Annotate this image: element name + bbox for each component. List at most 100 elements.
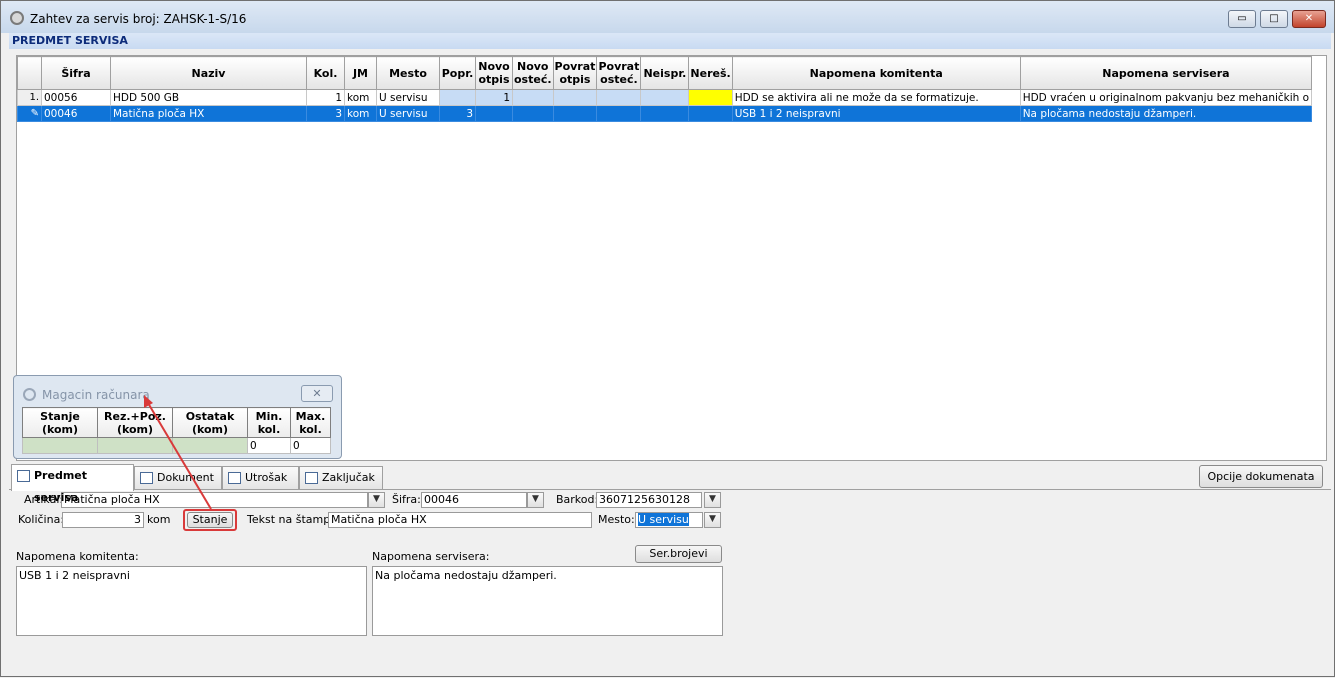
tab-label: Utrošak [245, 471, 288, 484]
stanje-button[interactable]: Stanje [187, 512, 233, 528]
minimize-button[interactable]: ▭ [1228, 10, 1256, 28]
tekst-na-stampi-label: Tekst na štampi: [247, 513, 337, 526]
cell-sifra[interactable]: 00046 [41, 105, 111, 122]
chevron-down-icon[interactable]: ▼ [368, 492, 385, 508]
cell-povrat-ostec[interactable] [596, 89, 642, 106]
cell-novo-otpis[interactable] [475, 105, 513, 122]
chevron-down-icon[interactable]: ▼ [527, 492, 544, 508]
cell-neispr[interactable] [640, 89, 690, 106]
col-header-naziv[interactable]: Naziv [110, 56, 307, 90]
napomena-servisera-textarea[interactable]: Na pločama nedostaju džamperi. [372, 566, 723, 636]
col-header-min-kol: Min. kol. [247, 407, 291, 438]
close-button[interactable]: ✕ [1292, 10, 1326, 28]
window-title: Zahtev za servis broj: ZAHSK-1-S/16 [30, 12, 247, 26]
row-number: 1. [17, 89, 42, 106]
col-header-stanje: Stanje (kom) [22, 407, 98, 438]
cell-neres[interactable] [688, 89, 733, 106]
cell-popr[interactable] [439, 89, 476, 106]
cell-naziv[interactable]: HDD 500 GB [110, 89, 307, 106]
cell-napomena-servisera[interactable]: HDD vraćen u originalnom pakvanju bez me… [1019, 89, 1313, 106]
cell-rez-poz [97, 437, 173, 454]
col-header-novo-ostec[interactable]: Novo osteć. [512, 56, 554, 90]
cell-napomena-servisera[interactable]: Na pločama nedostaju džamperi. [1019, 105, 1313, 122]
row-edit-icon: ✎ [17, 105, 42, 122]
tab-utrosak[interactable]: Utrošak [222, 466, 299, 490]
col-header-povrat-ostec[interactable]: Povrat osteć. [596, 56, 642, 90]
document-options-button[interactable]: Opcije dokumenata [1199, 465, 1323, 488]
col-header-neispr[interactable]: Neispr. [640, 56, 690, 90]
cell-povrat-ostec[interactable] [596, 105, 642, 122]
tab-dokument[interactable]: Dokument [134, 466, 222, 490]
cell-sifra[interactable]: 00056 [41, 89, 111, 106]
cell-novo-otpis[interactable]: 1 [475, 89, 513, 106]
tekst-na-stampi-field[interactable]: Matična ploča HX [328, 512, 592, 528]
service-request-window: Zahtev za servis broj: ZAHSK-1-S/16 ▭ □ … [0, 0, 1335, 677]
col-header-popr[interactable]: Popr. [439, 56, 476, 90]
cell-neispr[interactable] [640, 105, 690, 122]
barkod-field[interactable]: 3607125630128 [596, 492, 702, 508]
cell-jm[interactable]: kom [344, 89, 377, 106]
col-header-sifra[interactable]: Šifra [41, 56, 111, 90]
cell-popr[interactable]: 3 [439, 105, 476, 122]
col-header-max-kol: Max. kol. [290, 407, 331, 438]
cell-kol[interactable]: 3 [306, 105, 345, 122]
cell-kol[interactable]: 1 [306, 89, 345, 106]
col-header-novo-otpis[interactable]: Novo otpis [475, 56, 513, 90]
cell-min-kol: 0 [247, 437, 291, 454]
section-title: PREDMET SERVISA [9, 33, 1331, 49]
app-gear-icon [10, 11, 24, 25]
tab-zakljucak[interactable]: Zaključak [299, 466, 383, 490]
cell-mesto[interactable]: U servisu [376, 105, 440, 122]
tab-label: Zaključak [322, 471, 375, 484]
ser-brojevi-button[interactable]: Ser.brojevi [635, 545, 722, 563]
col-header-rez-poz: Rez.+Poz. (kom) [97, 407, 173, 438]
napomena-servisera-label: Napomena servisera: [372, 550, 490, 563]
popup-close-button[interactable]: ✕ [301, 385, 333, 402]
stack-icon [228, 472, 241, 484]
edit-note-icon [305, 472, 318, 484]
stock-row: 0 0 [22, 437, 331, 454]
cell-neres[interactable] [688, 105, 733, 122]
mesto-selected-value: U servisu [638, 513, 689, 526]
col-header-napomena-komitenta[interactable]: Napomena komitenta [731, 56, 1021, 90]
document-icon [17, 470, 30, 482]
stock-header-row: Stanje (kom) Rez.+Poz. (kom) Ostatak (ko… [22, 407, 331, 438]
stock-table: Stanje (kom) Rez.+Poz. (kom) Ostatak (ko… [22, 407, 331, 454]
col-header-mesto[interactable]: Mesto [376, 56, 440, 90]
mesto-select[interactable]: U servisu [635, 512, 703, 528]
cell-napomena-komitenta[interactable]: USB 1 i 2 neispravni [731, 105, 1021, 122]
kolicina-field[interactable]: 3 [62, 512, 144, 528]
napomena-komitenta-textarea[interactable]: USB 1 i 2 neispravni [16, 566, 367, 636]
cell-novo-ostec[interactable] [512, 89, 554, 106]
magacin-popup[interactable]: Magacin računara ✕ Stanje (kom) Rez.+Poz… [13, 375, 342, 459]
col-header-napomena-servisera[interactable]: Napomena servisera [1019, 56, 1313, 90]
table-row[interactable]: 1. 00056 HDD 500 GB 1 kom U servisu 1 HD… [17, 89, 1313, 106]
col-header-jm[interactable]: JM [344, 56, 377, 90]
chevron-down-icon[interactable]: ▼ [704, 512, 721, 528]
cell-naziv[interactable]: Matična ploča HX [110, 105, 307, 122]
cell-ostatak [172, 437, 248, 454]
col-header-kol[interactable]: Kol. [306, 56, 345, 90]
cell-jm[interactable]: kom [344, 105, 377, 122]
chevron-down-icon[interactable]: ▼ [704, 492, 721, 508]
tab-predmet-servisa[interactable]: Predmet servisa [11, 464, 134, 504]
cell-mesto[interactable]: U servisu [376, 89, 440, 106]
artikal-field[interactable]: Matična ploča HX [61, 492, 368, 508]
grid-header-row: Šifra Naziv Kol. JM Mesto Popr. Novo otp… [17, 56, 1313, 90]
col-header-ostatak: Ostatak (kom) [172, 407, 248, 438]
col-header-neres[interactable]: Nereš. [688, 56, 733, 90]
col-header-povrat-otpis[interactable]: Povrat otpis [552, 56, 598, 90]
cell-povrat-otpis[interactable] [552, 105, 598, 122]
maximize-button[interactable]: □ [1260, 10, 1288, 28]
title-bar: Zahtev za servis broj: ZAHSK-1-S/16 ▭ □ … [1, 1, 1334, 33]
items-table: Šifra Naziv Kol. JM Mesto Popr. Novo otp… [17, 56, 1313, 122]
cell-povrat-otpis[interactable] [552, 89, 598, 106]
mesto-label: Mesto: [598, 513, 635, 526]
table-row[interactable]: ✎ 00046 Matična ploča HX 3 kom U servisu… [17, 105, 1313, 122]
sifra-field[interactable]: 00046 [421, 492, 527, 508]
kolicina-unit: kom [147, 513, 171, 526]
barkod-label: Barkod: [556, 493, 599, 506]
popup-gear-icon [23, 388, 36, 401]
cell-napomena-komitenta[interactable]: HDD se aktivira ali ne može da se format… [731, 89, 1021, 106]
cell-novo-ostec[interactable] [512, 105, 554, 122]
